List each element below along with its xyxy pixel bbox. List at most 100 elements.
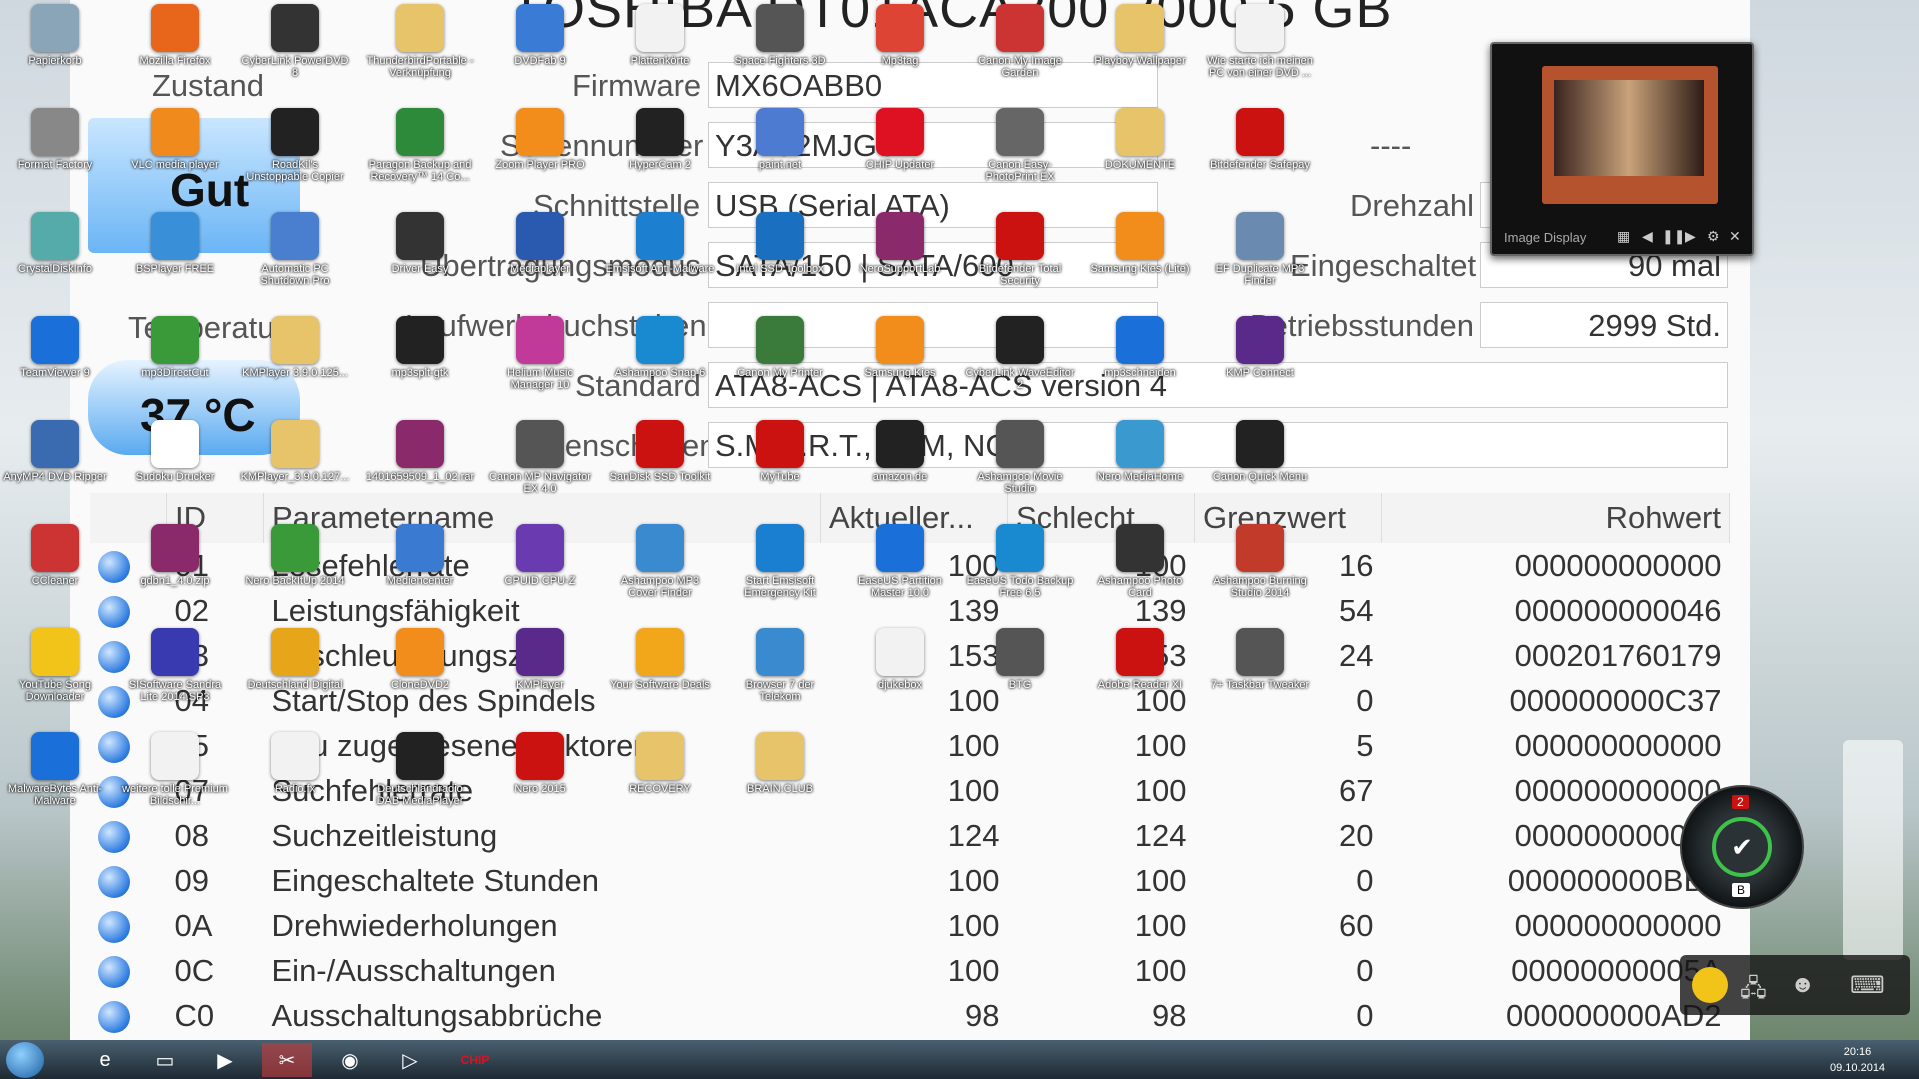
settings-icon[interactable]: ⚙ [1707, 228, 1720, 245]
desktop-shortcut[interactable]: YouTube Song Downloader [0, 628, 110, 703]
desktop-shortcut[interactable]: MyTube [725, 420, 835, 483]
desktop-shortcut[interactable]: DOKUMENTE [1085, 108, 1195, 171]
desktop-shortcut[interactable]: Your Software Deals [605, 628, 715, 691]
desktop-shortcut[interactable]: TeamViewer 9 [0, 316, 110, 379]
table-row[interactable]: 09 Eingeschaltete Stunden 100 100 0 000000000… [90, 858, 1730, 903]
prev-icon[interactable]: ◀ [1642, 228, 1653, 245]
desktop-shortcut[interactable]: Nero BackItUp 2014 [240, 524, 350, 587]
desktop-shortcut[interactable]: 1401659509_1_02.rar [365, 420, 475, 483]
desktop-shortcut[interactable]: Ashampoo MP3 Cover Finder [605, 524, 715, 599]
explorer-icon[interactable]: ▭ [140, 1043, 190, 1077]
desktop-shortcut[interactable]: CHIP Updater [845, 108, 955, 171]
desktop-shortcut[interactable]: CloneDVD2 [365, 628, 475, 691]
desktop-shortcut[interactable]: AnyMP4 DVD Ripper [0, 420, 110, 483]
desktop-shortcut[interactable]: BRAIN.CLUB [725, 732, 835, 795]
desktop-shortcut[interactable]: Bitdefender Total Security [965, 212, 1075, 287]
desktop-shortcut[interactable]: djukebox [845, 628, 955, 691]
desktop-shortcut[interactable]: Deutschlandradio DAB MediaPlayer [365, 732, 475, 807]
desktop-shortcut[interactable]: Wie starte ich meinen PC von einer DVD .… [1205, 4, 1315, 79]
close-icon[interactable]: ✕ [1729, 228, 1741, 245]
desktop-shortcut[interactable]: Bitdefender Safepay [1205, 108, 1315, 171]
security-status-gadget[interactable]: 2 ✔ B [1680, 785, 1804, 909]
kmplayer-icon[interactable]: ▷ [385, 1043, 435, 1077]
desktop-shortcut[interactable]: Deutschland Digital [240, 628, 350, 691]
desktop-shortcut[interactable]: Sudoku Drucker [120, 420, 230, 483]
desktop-shortcut[interactable]: CrystalDiskInfo [0, 212, 110, 275]
chip-icon[interactable]: CHIP [450, 1043, 500, 1077]
image-display-gadget[interactable]: Image Display ▦ ◀ ❚❚ ▶ ⚙ ✕ [1490, 42, 1754, 256]
desktop-shortcut[interactable]: DVDFab 9 [485, 4, 595, 67]
desktop-shortcut[interactable]: KMPlayer_3.9.0.127... [240, 420, 350, 483]
desktop-shortcut[interactable]: mp3DirectCut [120, 316, 230, 379]
wifi-icon[interactable] [1692, 967, 1728, 1003]
desktop-shortcut[interactable]: HyperCam 2 [605, 108, 715, 171]
desktop-shortcut[interactable]: CyberLink PowerDVD 8 [240, 4, 350, 79]
user-icon[interactable]: ☻ [1790, 971, 1815, 999]
desktop-shortcut[interactable]: CCleaner [0, 524, 110, 587]
start-orb-icon[interactable] [6, 1042, 44, 1078]
desktop-shortcut[interactable]: Radio.fx [240, 732, 350, 795]
desktop-shortcut[interactable]: NeroSupportLab [845, 212, 955, 275]
desktop-shortcut[interactable]: CPUID CPU-Z [485, 524, 595, 587]
desktop-shortcut[interactable]: VLC media player [120, 108, 230, 171]
desktop-shortcut[interactable]: KMPlayer 3.9.0.125... [240, 316, 350, 379]
desktop-shortcut[interactable]: Start Emsisoft Emergency Kit [725, 524, 835, 599]
desktop-shortcut[interactable]: mp3schneiden [1085, 316, 1195, 379]
desktop-shortcut[interactable]: Format Factory [0, 108, 110, 171]
desktop-shortcut[interactable]: Canon My Image Garden [965, 4, 1075, 79]
desktop-shortcut[interactable]: gdbn1_4.0.zip [120, 524, 230, 587]
desktop-shortcut[interactable]: Emsisoft Anti-Malware [605, 212, 715, 275]
system-clock[interactable]: 20:16 09.10.2014 [1830, 1044, 1885, 1076]
desktop-shortcut[interactable]: SISoftware Sandra Lite 2014.SP3 [120, 628, 230, 703]
desktop-shortcut[interactable]: Samsung Kies (Lite) [1085, 212, 1195, 275]
firefox-icon[interactable]: ◉ [325, 1043, 375, 1077]
desktop-shortcut[interactable]: Ashampoo Snap 6 [605, 316, 715, 379]
keyboard-icon[interactable]: ⌨ [1850, 971, 1885, 1000]
desktop-shortcut[interactable]: paint.net [725, 108, 835, 171]
desktop-shortcut[interactable]: RoadKil's Unstoppable Copier [240, 108, 350, 183]
desktop-shortcut[interactable]: Ashampoo Movie Studio [965, 420, 1075, 495]
desktop-shortcut[interactable]: Canon MP Navigator EX 4.0 [485, 420, 595, 495]
media-player-icon[interactable]: ▶ [200, 1043, 250, 1077]
desktop-shortcut[interactable]: Nero 2015 [485, 732, 595, 795]
desktop-shortcut[interactable]: mp3splt-gtk [365, 316, 475, 379]
desktop-shortcut[interactable]: RECOVERY [605, 732, 715, 795]
desktop-shortcut[interactable]: weitere tolle Premium Bildschir... [120, 732, 230, 807]
pause-icon[interactable]: ❚❚ [1662, 228, 1685, 245]
desktop-shortcut[interactable]: Mozilla Firefox [120, 4, 230, 67]
desktop-shortcut[interactable]: Browser 7 der Telekom [725, 628, 835, 703]
desktop-shortcut[interactable]: BTG [965, 628, 1075, 691]
desktop-shortcut[interactable]: Plattenkörte [605, 4, 715, 67]
desktop-shortcut[interactable]: 7+ Taskbar Tweaker [1205, 628, 1315, 691]
desktop-shortcut[interactable]: Paragon Backup and Recovery™ 14 Co... [365, 108, 475, 183]
desktop-shortcut[interactable]: EaseUS Todo Backup Free 6.5 [965, 524, 1075, 599]
desktop-shortcut[interactable]: EaseUS Partition Master 10.0 [845, 524, 955, 599]
desktop-shortcut[interactable]: EF Duplicate MP3 Finder [1205, 212, 1315, 287]
desktop-shortcut[interactable]: Playboy Wallpaper [1085, 4, 1195, 67]
desktop-shortcut[interactable]: Canon Easy-PhotoPrint EX [965, 108, 1075, 183]
table-row[interactable]: 08 Suchzeitleistung 124 124 20 000000000021 [90, 813, 1730, 858]
desktop-shortcut[interactable]: Intel SSD Toolbox [725, 212, 835, 275]
quick-launch-panel[interactable]: 🖧 ☻ ⌨ [1680, 955, 1910, 1015]
ie-icon[interactable]: e [80, 1043, 130, 1077]
desktop-shortcut[interactable]: Driver Easy [365, 212, 475, 275]
photo-thumbnail-panel[interactable] [1843, 740, 1903, 960]
desktop-shortcut[interactable]: Papierkorb [0, 4, 110, 67]
desktop-shortcut[interactable]: Adobe Reader XI [1085, 628, 1195, 691]
desktop-shortcut[interactable]: Helium Music Manager 10 [485, 316, 595, 391]
desktop-shortcut[interactable]: CyberLink WaveEditor 2 [965, 316, 1075, 391]
desktop-shortcut[interactable]: Mediencenter [365, 524, 475, 587]
table-row[interactable]: C0 Ausschaltungsabbrüche 98 98 0 000000000AD2 [90, 993, 1730, 1038]
desktop-shortcut[interactable]: Ashampoo Photo Card [1085, 524, 1195, 599]
desktop-shortcut[interactable]: MalwareBytes Anti-Malware [0, 732, 110, 807]
network-icon[interactable]: 🖧 [1740, 971, 1767, 1012]
grid-icon[interactable]: ▦ [1617, 228, 1630, 245]
desktop-shortcut[interactable]: Mp3tag [845, 4, 955, 67]
table-row[interactable]: 0C Ein-/Ausschaltungen 100 100 0 00000000005A [90, 948, 1730, 993]
desktop-shortcut[interactable]: Canon Quick Menu [1205, 420, 1315, 483]
desktop-shortcut[interactable]: ThunderbirdPortable - Verknüpfung [365, 4, 475, 79]
desktop-shortcut[interactable]: KMP Connect [1205, 316, 1315, 379]
desktop-shortcut[interactable]: SanDisk SSD Toolkit [605, 420, 715, 483]
next-icon[interactable]: ▶ [1685, 228, 1696, 245]
desktop-shortcut[interactable]: Mediaplayer [485, 212, 595, 275]
